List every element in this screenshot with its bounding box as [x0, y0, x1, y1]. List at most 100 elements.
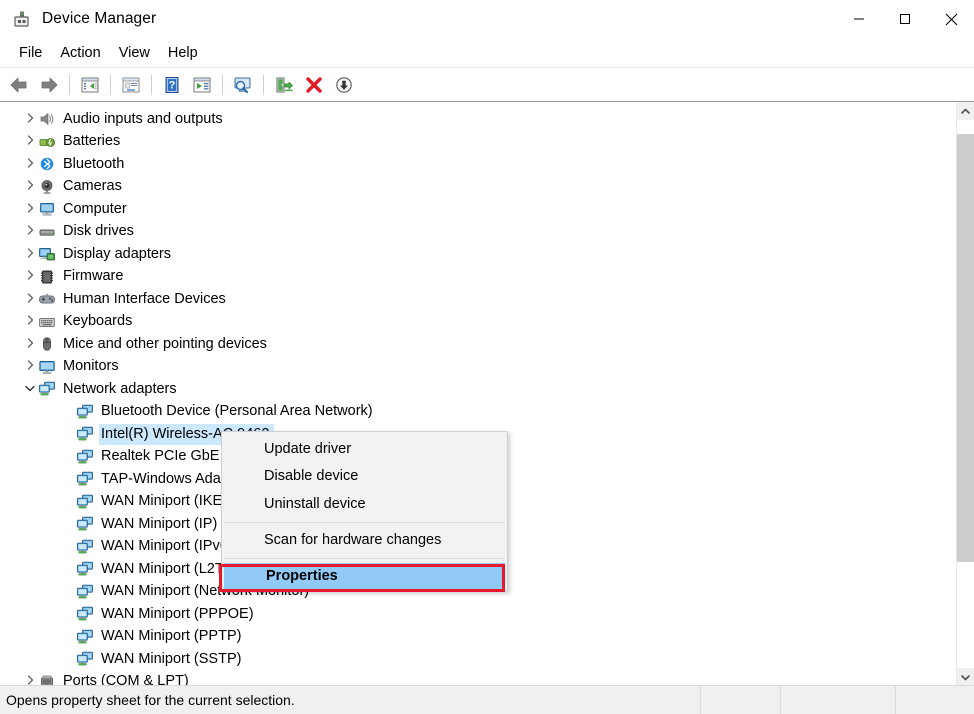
tree-item-label: WAN Miniport (PPTP): [101, 628, 242, 644]
toolbar-separator: [110, 74, 111, 95]
scroll-down-button[interactable]: [957, 668, 974, 686]
svg-text:?: ?: [169, 79, 176, 91]
context-menu-item-update-driver[interactable]: Update driver: [222, 435, 507, 463]
tree-item-label: Batteries: [63, 133, 121, 149]
chevron-right-icon[interactable]: [22, 338, 38, 351]
scroll-up-button[interactable]: [957, 102, 974, 120]
tree-item[interactable]: Display adapters: [0, 243, 956, 266]
tree-item[interactable]: WAN Miniport (PPPOE): [0, 603, 956, 626]
forward-button[interactable]: [35, 72, 63, 98]
network-adapter-icon: [38, 381, 56, 397]
scan-for-hardware-changes-button[interactable]: [229, 72, 257, 98]
window-title: Device Manager: [42, 10, 157, 27]
menu-view[interactable]: View: [110, 42, 159, 64]
tree-item-label: Audio inputs and outputs: [63, 110, 223, 127]
chevron-right-icon[interactable]: [22, 158, 38, 171]
close-button[interactable]: [928, 0, 974, 38]
device-context-menu[interactable]: Update driver Disable device Uninstall dev…: [221, 431, 508, 592]
tree-item[interactable]: Computer: [0, 198, 956, 221]
tree-item[interactable]: Disk drives: [0, 221, 956, 244]
tree-item[interactable]: Ports (COM & LPT): [0, 671, 956, 686]
tree-item[interactable]: WAN Miniport (SSTP): [0, 648, 956, 671]
status-bar: Opens property sheet for the current sel…: [0, 685, 974, 714]
speaker-icon: [38, 111, 56, 127]
keyboard-icon: [38, 314, 56, 330]
menu-action[interactable]: Action: [51, 42, 109, 64]
action-button[interactable]: [188, 72, 216, 98]
red-x-icon: [306, 76, 322, 93]
chevron-right-icon[interactable]: [22, 248, 38, 261]
hid-gamepad-icon: [38, 291, 56, 307]
status-pane-a: [700, 686, 780, 714]
tree-item-label: Human Interface Devices: [63, 290, 226, 307]
minimize-button[interactable]: [836, 0, 882, 38]
scan-monitor-icon: [234, 77, 251, 93]
device-manager-icon: [12, 9, 32, 29]
chevron-right-icon[interactable]: [22, 135, 38, 148]
tree-item[interactable]: Keyboards: [0, 311, 956, 334]
scrollbar-thumb[interactable]: [957, 134, 974, 562]
tree-item[interactable]: Network adapters: [0, 378, 956, 401]
tree-item[interactable]: Audio inputs and outputs: [0, 108, 956, 131]
mouse-icon: [43, 337, 51, 351]
chevron-right-icon[interactable]: [22, 360, 38, 373]
tree-item[interactable]: Human Interface Devices: [0, 288, 956, 311]
tree-item-label: WAN Miniport (L2TP): [101, 560, 239, 577]
chevron-right-icon[interactable]: [22, 315, 38, 328]
disable-device-button[interactable]: [330, 72, 358, 98]
tree-item[interactable]: Firmware: [0, 266, 956, 289]
help-question-icon: ?: [165, 76, 179, 93]
tree-item[interactable]: Bluetooth Device (Personal Area Network): [0, 401, 956, 424]
device-tree[interactable]: Audio inputs and outputs Batteries Bluetoo…: [0, 102, 956, 686]
tree-item[interactable]: Cameras: [0, 176, 956, 199]
tree-item[interactable]: Bluetooth: [0, 153, 956, 176]
title-bar: Device Manager: [0, 0, 974, 38]
network-adapter-icon: [76, 494, 94, 510]
chevron-right-icon[interactable]: [22, 225, 38, 238]
show-hide-console-tree-button[interactable]: [76, 72, 104, 98]
network-adapter-icon: [76, 629, 93, 644]
monitor-icon: [38, 359, 56, 375]
network-adapter-icon: [76, 516, 94, 532]
network-adapter-icon: [76, 517, 93, 531]
chevron-right-icon[interactable]: [22, 270, 38, 283]
network-adapter-icon: [76, 426, 94, 442]
properties-button[interactable]: [117, 72, 145, 98]
chevron-up-icon: [961, 108, 970, 114]
tree-item[interactable]: Mice and other pointing devices: [0, 333, 956, 356]
context-menu-item-uninstall-device[interactable]: Uninstall device: [222, 490, 507, 518]
firmware-chip-icon: [41, 270, 53, 284]
bluetooth-icon: [38, 156, 56, 172]
menu-file[interactable]: File: [10, 42, 51, 64]
chevron-right-icon[interactable]: [22, 180, 38, 193]
tree-item[interactable]: Batteries: [0, 131, 956, 154]
chevron-right-icon[interactable]: [22, 203, 38, 216]
network-adapter-icon: [76, 651, 94, 667]
vertical-scrollbar[interactable]: [956, 102, 974, 686]
window-controls: [836, 0, 974, 38]
menu-help[interactable]: Help: [159, 42, 207, 64]
forward-arrow-icon: [41, 77, 58, 92]
update-driver-button[interactable]: [270, 72, 298, 98]
chevron-right-icon[interactable]: [22, 113, 38, 126]
status-pane-b: [780, 686, 895, 714]
context-menu-item-scan-for-hardware-changes[interactable]: Scan for hardware changes: [222, 527, 507, 555]
network-adapter-icon: [76, 607, 93, 621]
chevron-right-icon[interactable]: [22, 293, 38, 306]
uninstall-device-button[interactable]: [300, 72, 328, 98]
help-button[interactable]: ?: [158, 72, 186, 98]
camera-icon: [38, 179, 56, 195]
speaker-icon: [40, 112, 54, 126]
down-arrow-circle-icon: [336, 76, 352, 93]
network-adapter-icon: [76, 584, 93, 599]
network-adapter-icon: [76, 652, 93, 666]
network-adapter-icon: [76, 494, 93, 509]
tree-item[interactable]: Monitors: [0, 356, 956, 379]
tree-item[interactable]: WAN Miniport (PPTP): [0, 626, 956, 649]
tree-item-label: Computer: [63, 200, 127, 217]
maximize-button[interactable]: [882, 0, 928, 38]
back-button[interactable]: [5, 72, 33, 98]
chevron-down-icon[interactable]: [22, 384, 38, 395]
context-menu-item-disable-device[interactable]: Disable device: [222, 463, 507, 491]
context-menu-item-properties[interactable]: Properties: [224, 563, 505, 589]
